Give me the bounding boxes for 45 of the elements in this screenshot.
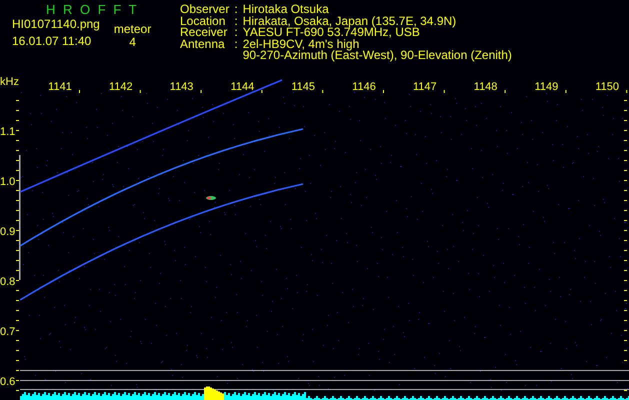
y-axis-label: 0.6 [0, 376, 16, 388]
info-label: Observer [180, 4, 230, 16]
tick-mark [504, 90, 506, 93]
tick-mark [140, 90, 141, 93]
x-axis-label: 1143 [170, 81, 194, 93]
tick-mark [79, 90, 80, 93]
x-axis-label: 1146 [352, 81, 376, 93]
x-axis-label: 1142 [108, 81, 133, 93]
info-label: Antenna [180, 38, 226, 52]
count-label: meteor [114, 24, 152, 36]
info-value: 90-270-Azimuth (East-West), 90-Elevation (Zenith) [242, 50, 512, 62]
info-value: Hirotaka Otsuka [242, 4, 330, 16]
y-axis-label: 0.8 [0, 276, 16, 288]
y-axis-label: 0.7 [0, 326, 16, 338]
info-label: Receiver [180, 27, 228, 38]
x-axis-label: 1145 [291, 81, 316, 93]
tick-mark [444, 90, 445, 93]
x-axis-label: 1150 [595, 81, 620, 93]
y-axis-label: 1.1 [0, 126, 16, 138]
info-value: 2el-HB9CV, 4m's high [242, 38, 360, 50]
info-label: Location [180, 16, 226, 27]
axis-unit: kHz [0, 76, 19, 88]
tick-mark [626, 90, 628, 93]
x-axis-label: 1144 [230, 81, 254, 93]
x-axis-label: 1141 [48, 81, 72, 93]
x-axis-label: 1147 [412, 81, 437, 93]
tick-mark [565, 90, 566, 93]
tick-mark [261, 90, 262, 93]
info-separator: : [234, 38, 238, 52]
y-axis-label: 0.9 [0, 226, 16, 238]
tick-mark [383, 90, 384, 93]
tick-mark [322, 90, 324, 93]
x-axis-label: 1149 [534, 81, 558, 93]
x-axis-label: 1148 [474, 81, 498, 93]
info-value: Hirakata, Osaka, Japan (135.7E, 34.9N) [242, 16, 458, 27]
info-separator: : [234, 16, 238, 27]
info-separator: : [234, 4, 238, 16]
tick-mark [200, 90, 202, 93]
info-value: YAESU FT-690 53.749MHz, USB [242, 27, 420, 38]
app-title: H R O F F T [45, 2, 140, 17]
y-axis-label: 1.0 [0, 176, 16, 188]
file-name: HI01071140.png [12, 19, 100, 30]
timestamp: 16.01.07 11:40 [12, 36, 92, 47]
info-separator: : [234, 27, 238, 38]
meteor-count: 4 [129, 36, 136, 48]
